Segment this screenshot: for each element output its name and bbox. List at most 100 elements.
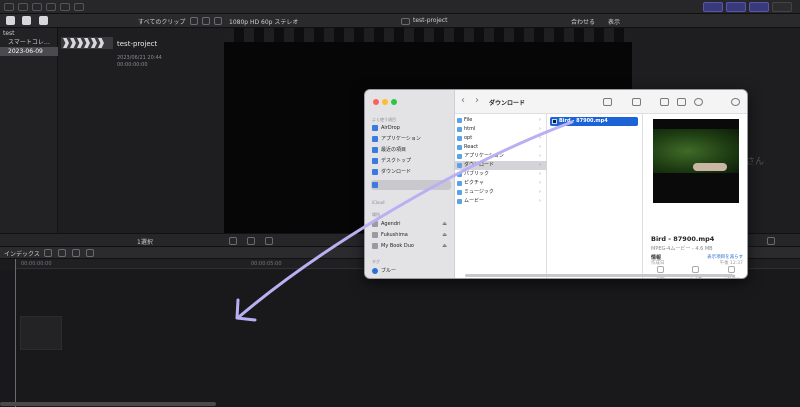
- finder-window: よく使う項目 AirDrop アプリケーション 最近の項目 デスクトップ ダウン…: [364, 89, 748, 279]
- crop-tool-icon[interactable]: [247, 237, 255, 245]
- overwrite-icon[interactable]: [72, 249, 80, 257]
- finder-sidebar-item-airdrop[interactable]: AirDrop: [371, 123, 451, 133]
- filmstrip-view-icon[interactable]: [190, 17, 198, 25]
- eject-icon[interactable]: ⏏: [442, 230, 447, 240]
- tool-select-icon[interactable]: [86, 249, 94, 257]
- rotate-icon: [657, 266, 665, 273]
- folder-item-downloads[interactable]: ダウンロード ›: [455, 161, 547, 170]
- finder-toolbar: ‹ › ダウンロード: [455, 90, 747, 114]
- group-icon[interactable]: [632, 98, 641, 106]
- desktop-icon: [372, 158, 378, 164]
- folder-item[interactable]: File ›: [455, 116, 547, 125]
- sidebar-item-event[interactable]: 2023-06-09: [0, 47, 58, 56]
- more-icon[interactable]: [694, 98, 703, 106]
- share-icon[interactable]: [660, 98, 669, 106]
- file-item-selected[interactable]: Bird - 87900.mp4: [550, 117, 638, 126]
- viewer-view-dropdown[interactable]: 表示: [608, 17, 620, 26]
- import-icon[interactable]: [4, 2, 14, 11]
- photos-icon[interactable]: [22, 16, 31, 25]
- playhead[interactable]: [15, 259, 16, 407]
- preview-actions: 回転 トリム その他...: [643, 266, 747, 278]
- inspector-toggle-button[interactable]: [749, 2, 769, 12]
- finder-scrollbar[interactable]: [465, 274, 733, 277]
- tag-icon[interactable]: [677, 98, 686, 106]
- folder-item[interactable]: opt ›: [455, 134, 547, 143]
- folder-item[interactable]: ムービー ›: [455, 197, 547, 206]
- folder-item[interactable]: パブリック ›: [455, 170, 547, 179]
- download-icon[interactable]: [46, 2, 56, 11]
- clip-date: 2023/06/21 20:44: [117, 55, 162, 61]
- drive-icon: [372, 232, 378, 238]
- finder-sidebar-item-recents[interactable]: 最近の項目: [371, 145, 451, 155]
- sidebar-item-library[interactable]: test: [0, 29, 58, 38]
- finder-sidebar-item-volume[interactable]: Agendri ⏏: [371, 219, 451, 229]
- key-icon[interactable]: [60, 2, 70, 11]
- list-view-icon[interactable]: [202, 17, 210, 25]
- finder-sidebar-item-home[interactable]: [371, 180, 451, 190]
- folder-icon: [457, 190, 462, 195]
- minimize-icon[interactable]: [382, 99, 388, 105]
- finder-sidebar-item-tag[interactable]: ブルー: [371, 266, 451, 276]
- project-format-label: 1080p HD 60p ステレオ: [229, 19, 299, 26]
- video-thumbnail[interactable]: [653, 119, 739, 203]
- timeline-clip-slot[interactable]: [20, 316, 62, 350]
- index-button[interactable]: インデックス: [4, 249, 40, 258]
- keyword-icon[interactable]: [18, 2, 28, 11]
- locations-heading: 場所: [372, 212, 380, 217]
- rotate-button[interactable]: 回転: [646, 266, 676, 278]
- folder-item[interactable]: アプリケーション ›: [455, 152, 547, 161]
- check-icon[interactable]: [32, 2, 42, 11]
- icloud-heading: iCloud: [372, 200, 385, 205]
- finder-sidebar-item-desktop[interactable]: デスクトップ: [371, 156, 451, 166]
- eject-icon[interactable]: ⏏: [442, 219, 447, 229]
- library-sidebar: test スマートコレ… 2023-06-09: [0, 28, 58, 233]
- select-tool-icon[interactable]: [229, 237, 237, 245]
- timeline[interactable]: [0, 270, 800, 407]
- finder-sidebar-item-downloads[interactable]: ダウンロード: [371, 167, 451, 177]
- zoom-icon[interactable]: [391, 99, 397, 105]
- search-icon[interactable]: [731, 98, 740, 106]
- speed-tool-icon[interactable]: [265, 237, 273, 245]
- close-icon[interactable]: [373, 99, 379, 105]
- clip-title: test-project: [117, 40, 158, 48]
- forward-icon[interactable]: ›: [475, 95, 479, 106]
- finder-column-home: File › html › opt › React › アプリケーション › ダウンロード…: [455, 114, 547, 278]
- eject-icon[interactable]: ⏏: [442, 241, 447, 251]
- finder-sidebar-item-volume[interactable]: Fukushima ⏏: [371, 230, 451, 240]
- finder-sidebar-item-volume[interactable]: My Book Duo ⏏: [371, 241, 451, 251]
- finder-column-downloads: Bird - 87900.mp4: [547, 114, 643, 278]
- clip-browser: test-project 2023/06/21 20:44 00:00:00:0…: [58, 28, 224, 233]
- viewer-filmstrip: [224, 28, 632, 42]
- finder-sidebar-item-applications[interactable]: アプリケーション: [371, 134, 451, 144]
- insert-icon[interactable]: [58, 249, 66, 257]
- folder-item[interactable]: html ›: [455, 125, 547, 134]
- titles-icon[interactable]: [39, 16, 48, 25]
- more-actions-button[interactable]: その他...: [716, 266, 746, 278]
- finder-title: ダウンロード: [489, 100, 526, 107]
- append-icon[interactable]: [44, 249, 52, 257]
- folder-item[interactable]: React ›: [455, 143, 547, 152]
- drive-icon: [372, 243, 378, 249]
- column-view-icon[interactable]: [603, 98, 612, 106]
- background-task-icon[interactable]: [74, 2, 84, 11]
- search-icon[interactable]: [214, 17, 222, 25]
- video-file-icon: [552, 119, 557, 124]
- finder-sidebar: よく使う項目 AirDrop アプリケーション 最近の項目 デスクトップ ダウン…: [365, 90, 455, 278]
- folder-icon: [457, 136, 462, 141]
- zoom-fit-dropdown[interactable]: 合わせる: [571, 17, 595, 26]
- timeline-toggle-button[interactable]: [726, 2, 746, 12]
- browser-toggle-button[interactable]: [703, 2, 723, 12]
- library-icon[interactable]: [6, 16, 15, 25]
- share-button[interactable]: [772, 2, 792, 12]
- clip-duration: 00:00:00:00: [117, 62, 148, 68]
- trim-button[interactable]: トリム: [681, 266, 711, 278]
- fullscreen-icon[interactable]: [767, 237, 775, 245]
- back-icon[interactable]: ‹: [461, 95, 465, 106]
- timeline-scrollbar[interactable]: [0, 402, 216, 406]
- project-thumbnail[interactable]: [61, 37, 113, 49]
- folder-item[interactable]: ミュージック ›: [455, 188, 547, 197]
- folder-item[interactable]: ピクチャ ›: [455, 179, 547, 188]
- sidebar-item-smart-collections[interactable]: スマートコレ…: [0, 38, 58, 47]
- app-toolbar: [0, 0, 800, 14]
- clip-filter-dropdown[interactable]: すべてのクリップ: [138, 17, 185, 26]
